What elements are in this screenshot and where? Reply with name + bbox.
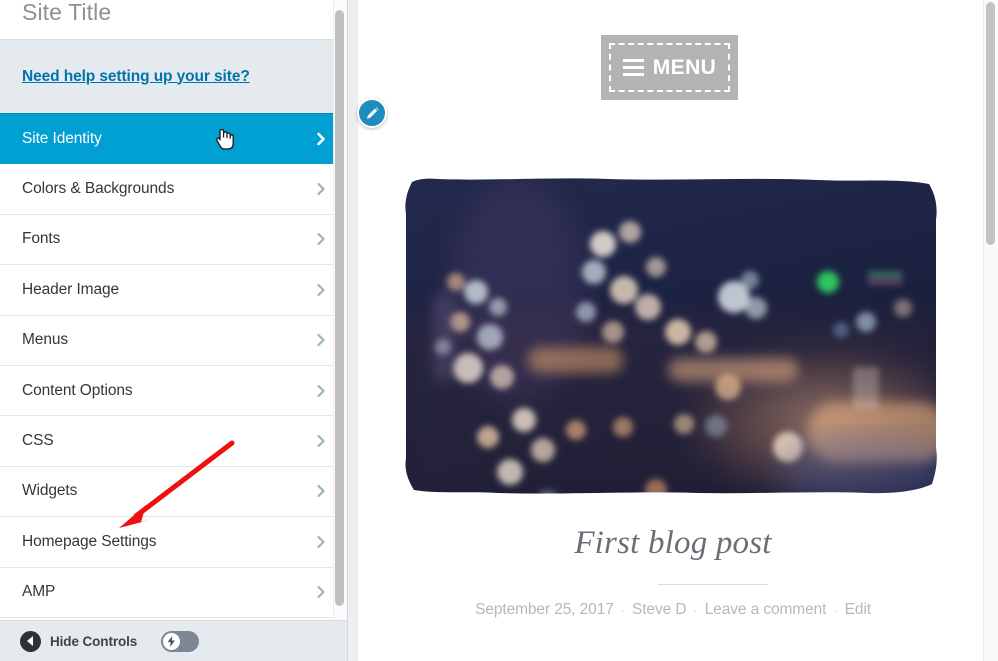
sidebar-item-colors-backgrounds[interactable]: Colors & Backgrounds [0,164,348,215]
sidebar-scrollbar-track[interactable] [333,0,347,620]
sidebar-item-label: Header Image [22,280,120,298]
meta-separator: · [620,602,625,618]
sidebar-item-label: Widgets [22,482,78,500]
chevron-right-icon [314,333,328,347]
sidebar-item-fonts[interactable]: Fonts [0,214,348,266]
sidebar-item-label: CSS [22,432,54,450]
chevron-right-icon [314,232,328,246]
site-preview: MENU First blog post September 25, 2017 … [348,0,998,661]
post-meta: September 25, 2017 · Steve D · Leave a c… [348,601,998,619]
lightning-bolt-icon [167,635,176,647]
chevron-right-icon [314,434,328,448]
sidebar-item-label: Content Options [22,381,133,399]
toggle-knob [163,632,181,650]
customizer-section-list: Site Identity Colors & Backgrounds Fonts He… [0,114,348,618]
page-scrollbar-track[interactable] [983,0,998,661]
featured-image [398,172,945,500]
chevron-right-icon [314,585,328,599]
sidebar-item-label: Site Identity [22,129,102,147]
collapse-sidebar-icon[interactable] [20,630,41,652]
sidebar-item-label: Menus [22,331,69,349]
sidebar-scrollbar-thumb[interactable] [335,10,344,606]
amp-toggle-switch[interactable] [161,630,200,652]
edit-shortcut-button[interactable] [357,98,387,128]
post-title: First blog post [574,525,772,561]
sidebar-item-homepage-settings[interactable]: Homepage Settings [0,517,348,568]
hide-controls-label[interactable]: Hide Controls [50,634,137,649]
sidebar-item-label: Homepage Settings [22,532,157,550]
menu-button[interactable]: MENU [601,35,738,100]
sidebar-item-css[interactable]: CSS [0,416,348,467]
customizer-sidebar: Site Title Need help setting up your sit… [0,0,348,661]
hamburger-icon [622,59,644,76]
sidebar-item-amp[interactable]: AMP [0,567,348,618]
chevron-right-icon [314,132,328,146]
sidebar-item-label: Colors & Backgrounds [22,180,175,198]
sidebar-item-label: AMP [22,583,56,601]
help-link[interactable]: Need help setting up your site? [22,68,250,86]
meta-separator: · [693,602,698,618]
post-author[interactable]: Steve D [632,601,687,619]
featured-image-bokeh [398,172,945,500]
pencil-icon [366,106,378,119]
sidebar-item-site-identity[interactable]: Site Identity [0,114,348,165]
chevron-right-icon [314,283,328,297]
edit-post-link[interactable]: Edit [845,601,871,619]
post-date: September 25, 2017 [475,601,614,618]
chevron-right-icon [314,384,328,398]
page-title: Site Title [22,0,112,25]
customizer-screen: Site Title Need help setting up your sit… [0,0,998,661]
title-divider [658,584,768,585]
sidebar-item-label: Fonts [22,230,61,248]
sidebar-item-menus[interactable]: Menus [0,315,348,366]
menu-button-label: MENU [652,55,717,79]
page-scrollbar-thumb[interactable] [986,2,995,245]
meta-separator: · [833,602,838,618]
sidebar-item-widgets[interactable]: Widgets [0,466,348,518]
sidebar-item-content-options[interactable]: Content Options [0,365,348,417]
sidebar-item-header-image[interactable]: Header Image [0,265,348,316]
site-title-bar: Site Title [0,0,348,40]
help-banner: Need help setting up your site? [0,40,348,114]
leave-comment-link[interactable]: Leave a comment [705,601,827,619]
sidebar-footer: Hide Controls [0,620,348,661]
chevron-right-icon [314,484,328,498]
chevron-right-icon [314,535,328,549]
chevron-right-icon [314,182,328,196]
